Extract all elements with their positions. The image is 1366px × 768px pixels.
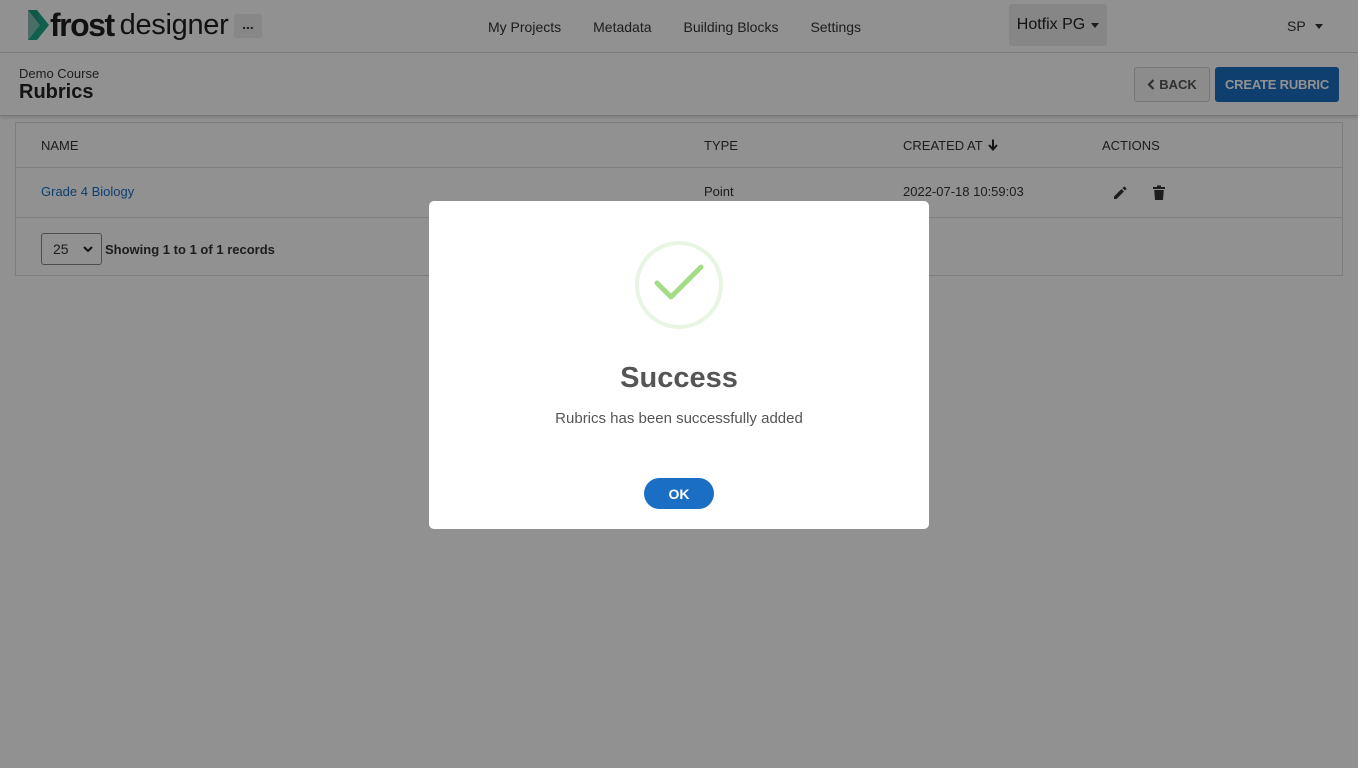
ok-button[interactable]: OK [644,478,714,509]
check-icon [654,264,704,300]
success-check-icon [635,241,723,329]
success-dialog: Success Rubrics has been successfully ad… [429,201,929,529]
dialog-message: Rubrics has been successfully added [555,410,803,427]
scrollbar-corner [1358,718,1366,768]
dialog-title: Success [620,362,738,394]
